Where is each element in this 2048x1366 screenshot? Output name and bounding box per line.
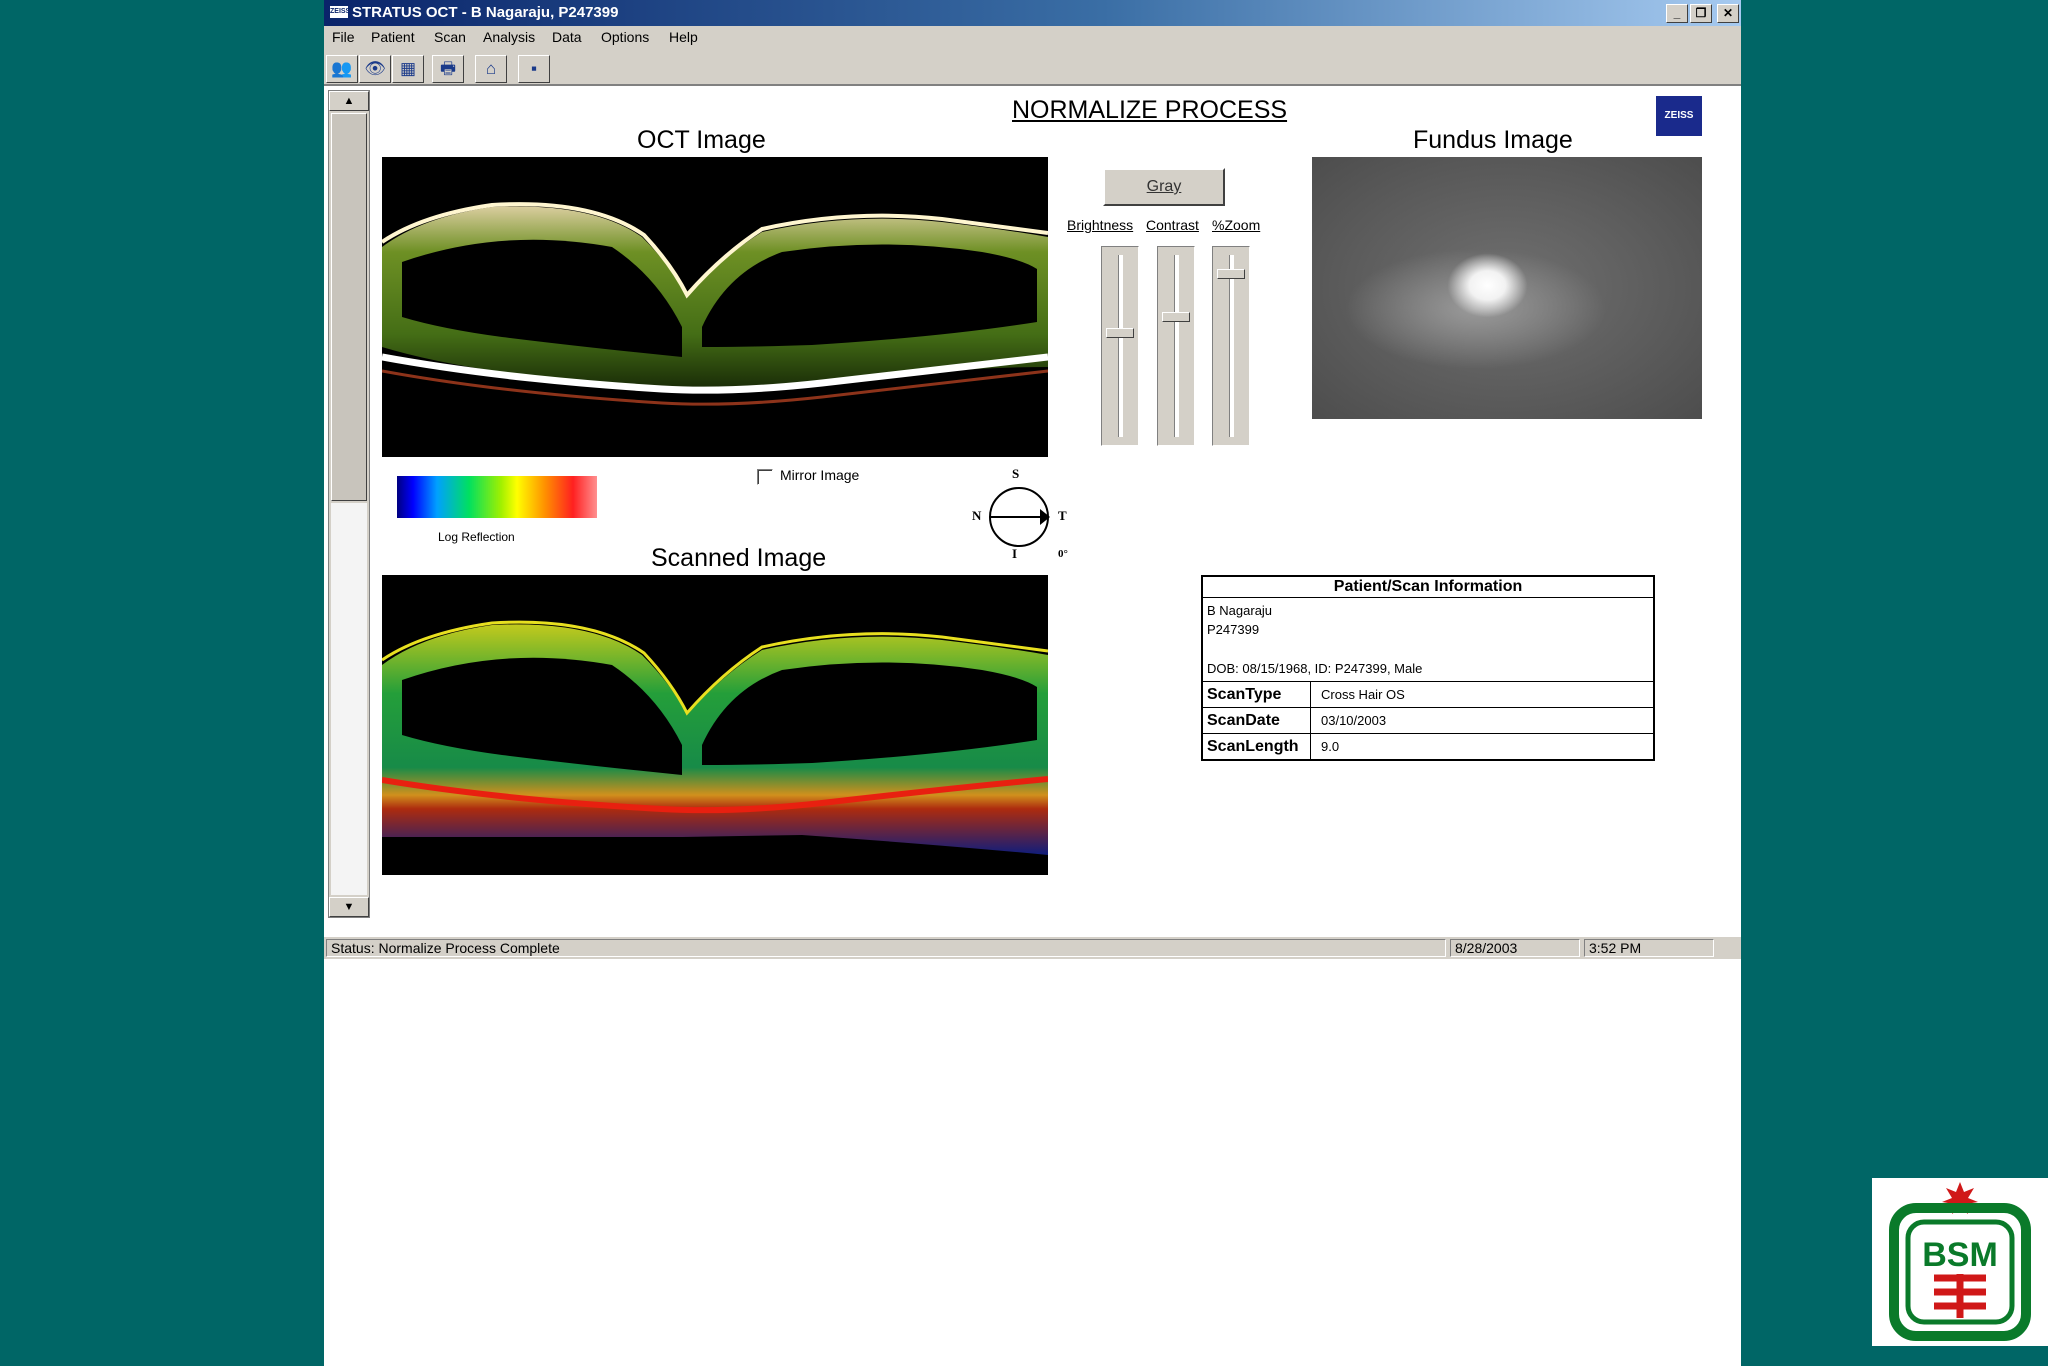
app-window: ZEISS STRATUS OCT - B Nagaraju, P247399 …: [324, 0, 1741, 1366]
orientation-angle: 0°: [1058, 548, 1068, 560]
scroll-thumb[interactable]: [331, 113, 367, 501]
window-title: STRATUS OCT - B Nagaraju, P247399: [352, 4, 619, 21]
restore-button[interactable]: ❐: [1690, 4, 1712, 23]
orientation-inferior: I: [1012, 546, 1018, 561]
menu-file[interactable]: File: [332, 29, 355, 45]
oct-image-title: OCT Image: [637, 126, 766, 154]
title-bar: ZEISS STRATUS OCT - B Nagaraju, P247399 …: [324, 0, 1741, 26]
oct-scan-graphic: [382, 202, 1048, 406]
orientation-nasal: N: [972, 508, 982, 523]
color-scale-bar: [397, 476, 597, 518]
scan-type-key: ScanType: [1203, 682, 1311, 708]
patient-name: B Nagaraju: [1207, 603, 1273, 618]
printer-icon: 🖶: [439, 59, 457, 78]
scan-length-key: ScanLength: [1203, 734, 1311, 760]
scan-length-value: 9.0: [1321, 739, 1340, 754]
eye-icon: 👁: [364, 59, 386, 78]
menu-scan[interactable]: Scan: [434, 29, 466, 45]
zeiss-logo: ZEISS: [1656, 96, 1702, 136]
mirror-image-checkbox[interactable]: [757, 469, 773, 485]
institution-logo-graphic: BSM: [1889, 1182, 2031, 1341]
print-button[interactable]: 🖶: [432, 55, 464, 83]
status-date: 8/28/2003: [1450, 939, 1580, 957]
status-time: 3:52 PM: [1584, 939, 1714, 957]
fundus-image-title: Fundus Image: [1413, 126, 1573, 154]
zoom-label: %Zoom: [1212, 217, 1261, 233]
gray-button[interactable]: Gray: [1103, 168, 1225, 206]
scroll-track[interactable]: [331, 503, 367, 895]
scan-date-key: ScanDate: [1203, 708, 1311, 734]
scan-date-row: ScanDate 03/10/2003: [1203, 707, 1653, 734]
scan-eye-button[interactable]: 👁: [359, 55, 391, 83]
blank-button[interactable]: ▪: [518, 55, 550, 83]
menu-help[interactable]: Help: [669, 29, 698, 45]
scanned-image-title: Scanned Image: [651, 544, 827, 572]
zoom-slider-thumb[interactable]: [1217, 268, 1245, 279]
mirror-image-label[interactable]: Mirror Image: [780, 467, 859, 483]
zoom-slider[interactable]: [1212, 246, 1250, 446]
brightness-label: Brightness: [1067, 217, 1134, 233]
slider-groove: [1229, 255, 1234, 437]
scanned-image: [382, 575, 1048, 875]
patient-details: DOB: 08/15/1968, ID: P247399, Male: [1207, 661, 1423, 676]
patients-button[interactable]: 👥: [326, 55, 358, 83]
orientation-circle-icon: [989, 487, 1050, 547]
fundus-image: [1312, 157, 1702, 419]
analysis-icon: ▦: [399, 59, 417, 78]
institution-logo: BSM: [1872, 1178, 2048, 1346]
vertical-scrollbar[interactable]: ▲ ▼: [328, 90, 370, 918]
color-scale-label: Log Reflection: [438, 530, 515, 544]
scan-date-value: 03/10/2003: [1321, 713, 1387, 728]
page-title: NORMALIZE PROCESS: [1012, 96, 1288, 124]
contrast-label: Contrast: [1146, 217, 1199, 233]
analysis-button[interactable]: ▦: [392, 55, 424, 83]
logo-lettering: BSM: [1922, 1236, 1998, 1274]
status-text: Status: Normalize Process Complete: [326, 939, 1446, 957]
scan-length-row: ScanLength 9.0: [1203, 733, 1653, 760]
status-bar: Status: Normalize Process Complete 8/28/…: [324, 936, 1741, 959]
contrast-slider[interactable]: [1157, 246, 1195, 446]
minimize-button[interactable]: _: [1666, 4, 1688, 23]
oct-image: [382, 157, 1048, 457]
patients-icon: 👥: [331, 59, 353, 78]
home-button[interactable]: ⌂: [475, 55, 507, 83]
patient-scan-info-table: Patient/Scan Information B Nagaraju P247…: [1201, 575, 1655, 761]
patient-info-header: Patient/Scan Information: [1203, 577, 1653, 598]
menu-data[interactable]: Data: [552, 29, 582, 45]
menu-patient[interactable]: Patient: [371, 29, 415, 45]
orientation-temporal: T: [1058, 508, 1067, 523]
menu-bar: File Patient Scan Analysis Data Options …: [324, 26, 1741, 50]
menu-options[interactable]: Options: [601, 29, 649, 45]
scan-type-value: Cross Hair OS: [1321, 687, 1405, 702]
brightness-slider-thumb[interactable]: [1106, 328, 1134, 339]
orientation-superior: S: [1012, 466, 1020, 481]
patient-id: P247399: [1207, 622, 1260, 637]
close-button[interactable]: ✕: [1717, 4, 1739, 23]
contrast-slider-thumb[interactable]: [1162, 312, 1190, 323]
slider-groove: [1174, 255, 1179, 437]
scan-orientation-indicator: S N T I 0°: [964, 466, 1074, 564]
app-icon: ZEISS: [330, 6, 350, 18]
home-icon: ⌂: [485, 59, 497, 78]
toolbar: 👥 👁 ▦ 🖶 ⌂ ▪: [324, 50, 1741, 86]
blank-icon: ▪: [530, 59, 538, 78]
scanned-image-graphic: [382, 620, 1048, 855]
slider-groove: [1118, 255, 1123, 437]
brightness-slider[interactable]: [1101, 246, 1139, 446]
scroll-down-arrow-icon[interactable]: ▼: [329, 897, 369, 917]
scroll-up-arrow-icon[interactable]: ▲: [329, 91, 369, 111]
scan-type-row: ScanType Cross Hair OS: [1203, 681, 1653, 708]
menu-analysis[interactable]: Analysis: [483, 29, 535, 45]
